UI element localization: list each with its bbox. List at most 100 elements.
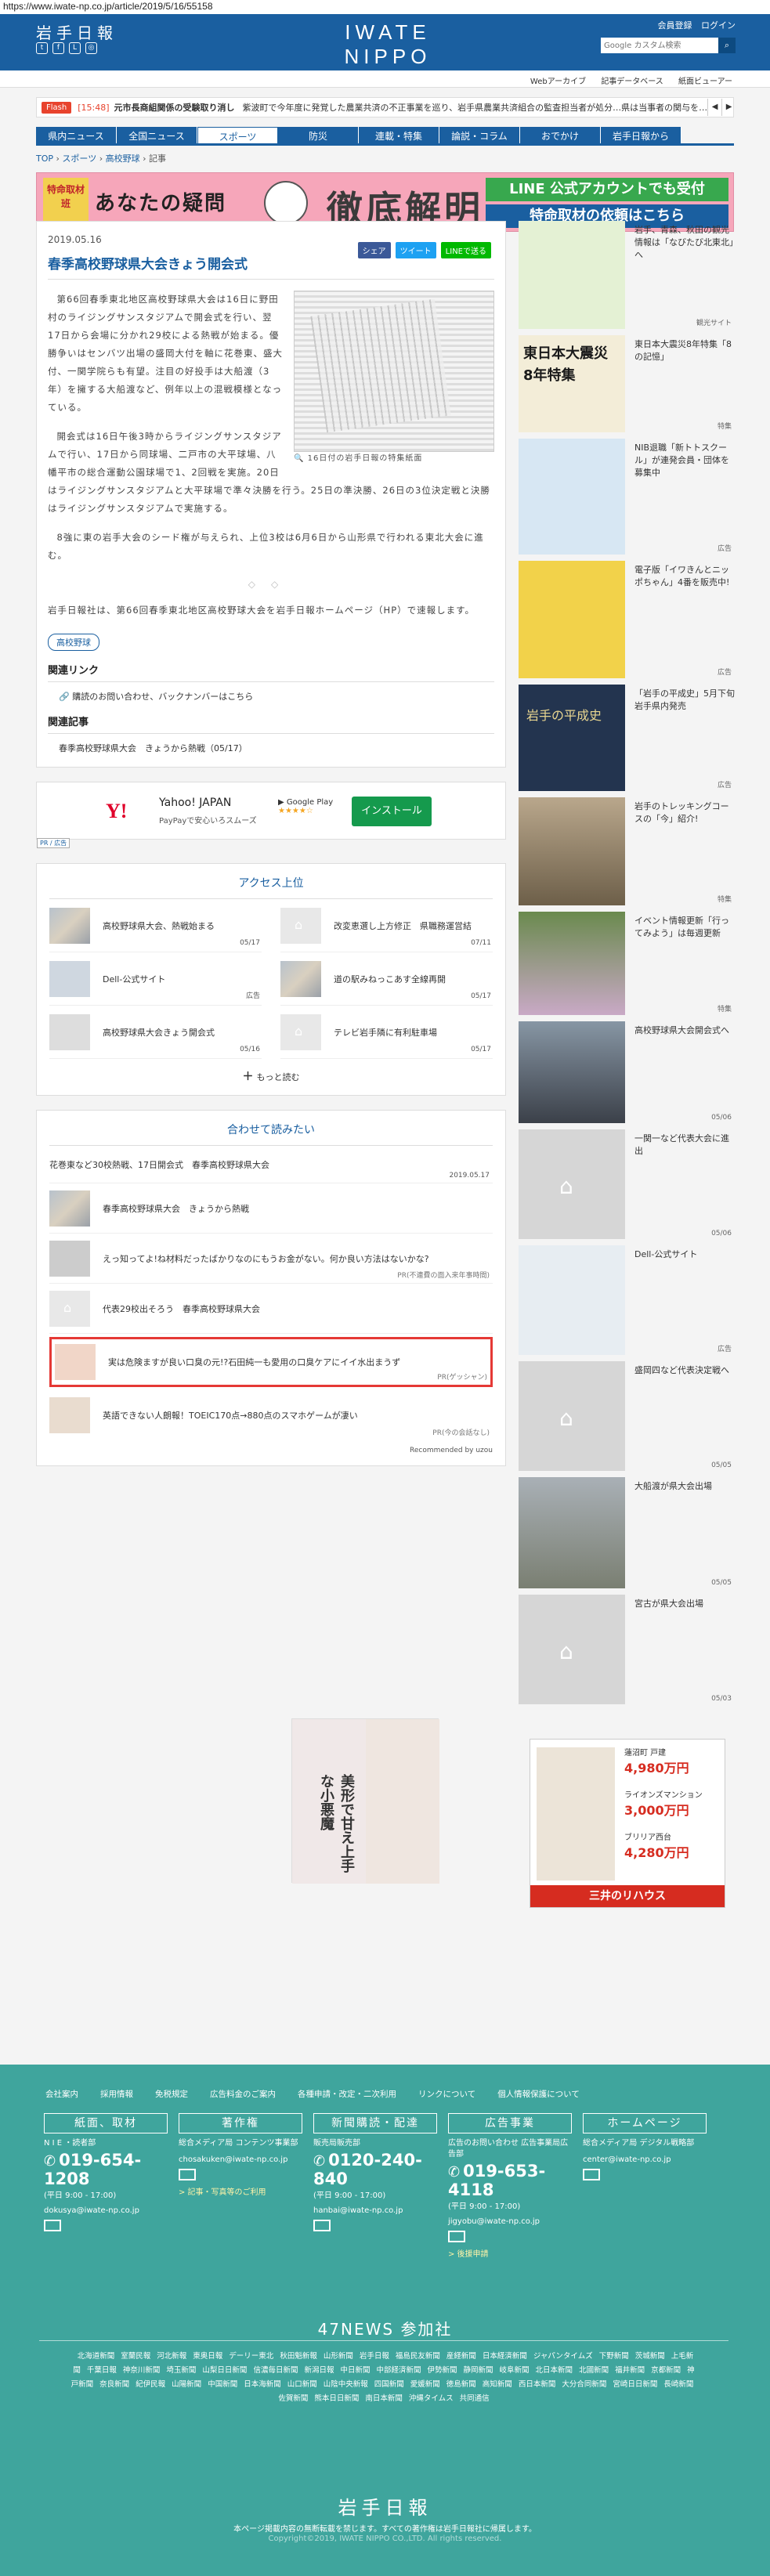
partner-paper-link[interactable]: 奈良新聞 bbox=[99, 2380, 129, 2389]
phone-number[interactable]: ✆ 0120-240-840 bbox=[313, 2151, 437, 2188]
footer-link[interactable]: 採用情報 bbox=[100, 2088, 133, 2100]
partner-paper-link[interactable]: 四国新聞 bbox=[374, 2380, 404, 2389]
nav-item-series[interactable]: 連載・特集 bbox=[359, 127, 439, 143]
partner-paper-link[interactable]: 熊本日日新聞 bbox=[314, 2394, 359, 2403]
mail-icon[interactable] bbox=[583, 2169, 600, 2180]
list-item[interactable]: 英語できない人朗報！TOEIC170点→880点のスマホゲームが凄い PR(今の会… bbox=[49, 1390, 493, 1440]
footer-link[interactable]: 広告料金のご案内 bbox=[210, 2088, 276, 2100]
search-input[interactable] bbox=[601, 38, 718, 53]
line-icon[interactable]: L bbox=[69, 42, 81, 54]
sidebar-item[interactable]: 宮古が県大会出場05/03 bbox=[519, 1595, 735, 1704]
partner-paper-link[interactable]: 千葉日報 bbox=[87, 2366, 117, 2375]
partner-paper-link[interactable]: 山梨日日新聞 bbox=[202, 2366, 247, 2375]
address-bar[interactable]: https://www.iwate-np.co.jp/article/2019/… bbox=[0, 0, 770, 14]
nav-item-disaster[interactable]: 防災 bbox=[278, 127, 359, 143]
partner-paper-link[interactable]: 新潟日報 bbox=[304, 2366, 334, 2375]
nav-item-sports[interactable]: スポーツ bbox=[197, 127, 278, 143]
partner-paper-link[interactable]: 北海道新聞 bbox=[78, 2352, 115, 2361]
partner-paper-link[interactable]: 山陰中央新報 bbox=[324, 2380, 368, 2389]
twitter-icon[interactable]: t bbox=[36, 42, 48, 54]
sidebar-item[interactable]: 大船渡が県大会出場 05/05 bbox=[519, 1477, 735, 1588]
email-link[interactable]: center@iwate-np.co.jp bbox=[583, 2155, 707, 2164]
site-title-block[interactable]: IWATE NIPPO 2019.05.17. 金 bbox=[305, 20, 470, 81]
partner-paper-link[interactable]: ジャパンタイムズ bbox=[533, 2352, 593, 2361]
newspaper-photo[interactable] bbox=[294, 291, 494, 452]
highlighted-list-item[interactable]: 実は危険ますが良い口臭の元!?石田純一も愛用の口臭ケアにイイ水出まうず PR(ゲッ… bbox=[49, 1337, 493, 1387]
sidebar-item[interactable]: 岩手、青森、秋田の観光情報は「なびたび北東北」へ 観光サイト bbox=[519, 221, 735, 329]
breadcrumb-sports[interactable]: スポーツ bbox=[62, 154, 96, 164]
ad-pr-label[interactable]: PR / 広告 bbox=[37, 838, 70, 848]
breadcrumb-baseball[interactable]: 高校野球 bbox=[106, 154, 140, 164]
member-register-link[interactable]: 会員登録 bbox=[658, 20, 692, 31]
partner-paper-link[interactable]: 日本海新聞 bbox=[244, 2380, 281, 2389]
partner-paper-link[interactable]: 北國新聞 bbox=[579, 2366, 609, 2375]
list-item[interactable]: Dell-公式サイト 広告 bbox=[49, 952, 262, 1006]
line-share-button[interactable]: LINEで送る bbox=[440, 242, 491, 258]
partner-paper-link[interactable]: 下野新聞 bbox=[599, 2352, 629, 2361]
list-item[interactable]: 高校野球県大会きょう開会式 05/16 bbox=[49, 1006, 262, 1059]
partner-paper-link[interactable]: 京都新聞 bbox=[651, 2366, 681, 2375]
partner-paper-link[interactable]: 東奥日報 bbox=[193, 2352, 222, 2361]
nav-item-national[interactable]: 全国ニュース bbox=[117, 127, 197, 143]
nav-item-opinion[interactable]: 論説・コラム bbox=[439, 127, 520, 143]
mail-icon[interactable] bbox=[448, 2231, 465, 2242]
copyright-use-link[interactable]: > 記事・写真等のご利用 bbox=[179, 2185, 302, 2197]
partner-paper-link[interactable]: 中国新聞 bbox=[208, 2380, 237, 2389]
tag-baseball[interactable]: 高校野球 bbox=[48, 634, 99, 651]
partner-paper-link[interactable]: 河北新報 bbox=[157, 2352, 186, 2361]
partner-paper-link[interactable]: 愛媛新聞 bbox=[410, 2380, 440, 2389]
facebook-share-button[interactable]: シェア bbox=[357, 242, 391, 258]
search-button[interactable]: ⌕ bbox=[718, 38, 736, 53]
sidebar-item[interactable]: 岩手のトレッキングコースの「今」紹介! 特集 bbox=[519, 797, 735, 905]
site-logo[interactable]: 岩手日報 bbox=[36, 20, 117, 43]
footer-link[interactable]: 個人情報保護について bbox=[497, 2088, 580, 2100]
partner-paper-link[interactable]: 福井新聞 bbox=[615, 2366, 645, 2375]
sidebar-item[interactable]: NIB退職「新トトスクール」が連発会員・団体を募集中 広告 bbox=[519, 439, 735, 555]
sidebar-item[interactable]: 一関一など代表大会に進出05/06 bbox=[519, 1129, 735, 1239]
partner-paper-link[interactable]: 神奈川新聞 bbox=[123, 2366, 161, 2375]
partner-paper-link[interactable]: 紀伊民報 bbox=[136, 2380, 165, 2389]
partner-paper-link[interactable]: 共同通信 bbox=[460, 2394, 490, 2403]
tweet-button[interactable]: ツイート bbox=[395, 242, 436, 258]
partner-paper-link[interactable]: 福島民友新聞 bbox=[396, 2352, 440, 2361]
sidebar-item[interactable]: 岩手の平成史 「岩手の平成史」5月下旬岩手県内発売 広告 bbox=[519, 685, 735, 791]
email-link[interactable]: hanbai@iwate-np.co.jp bbox=[313, 2206, 437, 2215]
partner-paper-link[interactable]: 南日本新聞 bbox=[365, 2394, 403, 2403]
phone-number[interactable]: ✆ 019-653-4118 bbox=[448, 2162, 572, 2199]
partner-paper-link[interactable]: 岩手日報 bbox=[360, 2352, 389, 2361]
paper-viewer-link[interactable]: 紙面ビューアー bbox=[678, 78, 732, 86]
related-link[interactable]: 🔗 購読のお問い合わせ、バックナンバーはこちら bbox=[59, 690, 494, 703]
nav-item-from-iwate[interactable]: 岩手日報から bbox=[601, 127, 681, 143]
partner-paper-link[interactable]: 日本経済新聞 bbox=[483, 2352, 527, 2361]
list-item[interactable]: 高校野球県大会、熱戦始まる 05/17 bbox=[49, 899, 262, 952]
partner-paper-link[interactable]: 岐阜新聞 bbox=[500, 2366, 530, 2375]
sidebar-item[interactable]: Dell-公式サイト 広告 bbox=[519, 1245, 735, 1355]
partner-paper-link[interactable]: 宮崎日日新聞 bbox=[613, 2380, 657, 2389]
partner-paper-link[interactable]: 茨城新聞 bbox=[635, 2352, 665, 2361]
sponsor-request-link[interactable]: > 後援申請 bbox=[448, 2247, 572, 2259]
article-photo[interactable]: 🔍 16日付の岩手日報の特集紙面 bbox=[294, 291, 494, 464]
footer-link[interactable]: 各種申請・改定・二次利用 bbox=[298, 2088, 396, 2100]
partner-paper-link[interactable]: 秋田魁新報 bbox=[280, 2352, 317, 2361]
partner-paper-link[interactable]: 山形新聞 bbox=[324, 2352, 353, 2361]
list-item[interactable]: 春季高校野球県大会 きょうから熱戦 bbox=[49, 1183, 493, 1234]
sidebar-item[interactable]: 東日本大震災 8年特集 東日本大震災8年特集「8の記憶」 特集 bbox=[519, 335, 735, 432]
partner-paper-link[interactable]: 山陽新聞 bbox=[172, 2380, 201, 2389]
install-button[interactable]: インストール bbox=[352, 797, 432, 826]
partner-paper-link[interactable]: 中日新聞 bbox=[340, 2366, 370, 2375]
footer-link[interactable]: リンクについて bbox=[418, 2088, 475, 2100]
partner-paper-link[interactable]: 大分合同新聞 bbox=[562, 2380, 606, 2389]
sidebar-item[interactable]: 電子版「イワきんとニッポちゃん」4番を販売中! 広告 bbox=[519, 561, 735, 678]
email-link[interactable]: jigyobu@iwate-np.co.jp bbox=[448, 2217, 572, 2226]
partner-paper-link[interactable]: 静岡新聞 bbox=[464, 2366, 493, 2375]
list-item[interactable]: 代表29校出そろう 春季高校野球県大会 bbox=[49, 1284, 493, 1334]
related-article[interactable]: 春季高校野球県大会 きょうから熱戦（05/17） bbox=[59, 742, 494, 754]
phone-number[interactable]: ✆ 019-654-1208 bbox=[44, 2151, 168, 2188]
yahoo-app-ad[interactable]: Y! Yahoo! JAPAN PayPayで安心いろスムーズ ▶ Google… bbox=[36, 782, 506, 848]
partner-paper-link[interactable]: 沖縄タイムス bbox=[409, 2394, 454, 2403]
partner-paper-link[interactable]: 佐賀新聞 bbox=[278, 2394, 308, 2403]
list-item[interactable]: 花巻東など30校熱戦、17日開会式 春季高校野球県大会 2019.05.17 bbox=[49, 1146, 493, 1183]
list-item[interactable]: えっ知ってよ!ね材料だったばかりなのにもうお金がない。何か良い方法はないかな? P… bbox=[49, 1234, 493, 1284]
footer-logo[interactable]: 岩手日報 bbox=[0, 2492, 770, 2520]
web-archive-link[interactable]: Webアーカイブ bbox=[530, 78, 586, 86]
